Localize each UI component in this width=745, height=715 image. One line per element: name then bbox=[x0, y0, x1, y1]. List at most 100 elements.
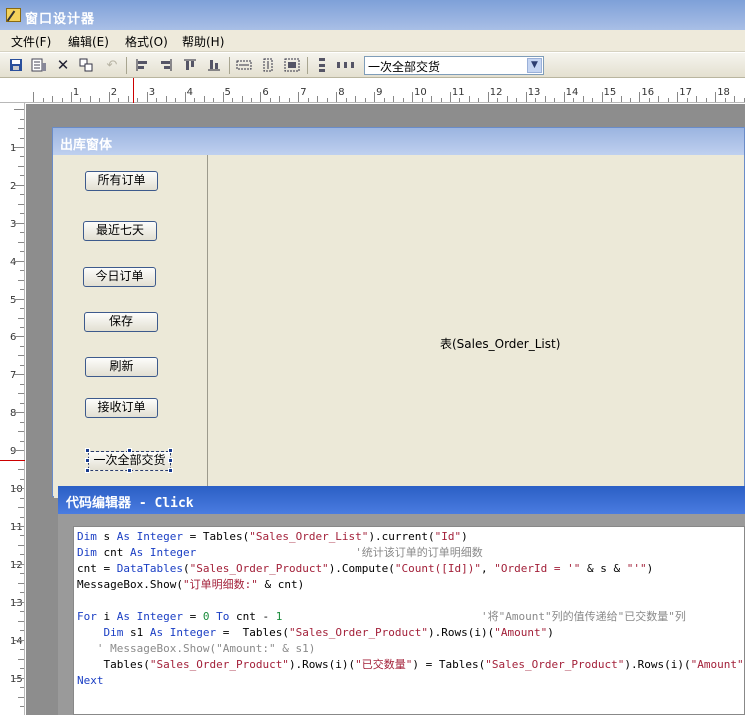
ruler-tick bbox=[20, 668, 24, 670]
ruler-tick bbox=[582, 96, 584, 102]
resize-handle[interactable] bbox=[85, 468, 90, 473]
code-token: "OrderId = '" bbox=[494, 562, 581, 575]
refresh-button[interactable]: 刷新 bbox=[85, 357, 158, 377]
code-token: ( bbox=[182, 562, 190, 575]
ruler-tick bbox=[20, 156, 24, 158]
ruler-tick bbox=[658, 96, 660, 102]
ruler-label: 2 bbox=[10, 180, 17, 192]
resize-handle[interactable] bbox=[168, 458, 173, 463]
ruler-tick bbox=[18, 279, 24, 281]
horizontal-spacing-icon[interactable] bbox=[336, 57, 356, 73]
menu-file[interactable]: 文件(F) bbox=[11, 33, 51, 50]
ruler-tick bbox=[298, 92, 300, 102]
ruler-tick bbox=[20, 649, 24, 651]
ruler-tick bbox=[667, 98, 669, 102]
ruler-label: 13 bbox=[527, 87, 541, 98]
table-placeholder[interactable]: 表(Sales_Order_List) bbox=[207, 155, 744, 498]
align-bottom-icon[interactable] bbox=[206, 57, 222, 73]
code-token: "订单明细数:" bbox=[182, 578, 258, 591]
ruler-label: 18 bbox=[717, 87, 730, 98]
ruler-label: 11 bbox=[451, 87, 465, 98]
code-token: = bbox=[182, 610, 203, 623]
ruler-tick bbox=[20, 327, 24, 328]
menu-help[interactable]: 帮助(H) bbox=[182, 33, 224, 50]
align-left-icon[interactable] bbox=[134, 57, 150, 73]
ruler-tick bbox=[611, 98, 612, 102]
save-icon[interactable] bbox=[8, 57, 24, 73]
resize-handle[interactable] bbox=[127, 448, 132, 453]
same-width-icon[interactable] bbox=[236, 57, 252, 73]
ruler-tick bbox=[724, 98, 726, 102]
code-token: Dim bbox=[77, 546, 97, 559]
ruler-tick bbox=[70, 92, 72, 102]
vertical-spacing-icon[interactable] bbox=[314, 57, 330, 73]
ruler-tick bbox=[127, 96, 129, 102]
resize-handle[interactable] bbox=[85, 448, 90, 453]
ruler-tick bbox=[14, 146, 24, 148]
resize-handle[interactable] bbox=[85, 458, 90, 463]
ruler-cursor-marker bbox=[0, 460, 25, 461]
same-height-icon[interactable] bbox=[260, 57, 276, 73]
same-size-icon[interactable] bbox=[284, 57, 300, 73]
code-line: ' MessageBox.Show("Amount:" & s1) bbox=[77, 641, 741, 657]
code-text-area[interactable]: Dim s As Integer = Tables("Sales_Order_L… bbox=[73, 526, 745, 715]
toolbar: ✕ ↶ 一次全部交货 ▼ bbox=[0, 53, 745, 78]
ruler-tick bbox=[20, 402, 24, 404]
ruler-tick bbox=[355, 96, 357, 102]
resize-handle[interactable] bbox=[127, 468, 132, 473]
receive-order-button[interactable]: 接收订单 bbox=[85, 398, 158, 418]
ruler-tick bbox=[14, 374, 24, 376]
code-token: ) bbox=[547, 626, 554, 639]
ruler-label: 3 bbox=[10, 218, 17, 230]
code-token: "Count([Id])" bbox=[394, 562, 482, 575]
control-selector-dropdown[interactable]: 一次全部交货 ▼ bbox=[364, 56, 544, 75]
ruler-tick bbox=[20, 421, 24, 423]
ruler-tick bbox=[639, 92, 641, 102]
last-seven-days-button[interactable]: 最近七天 bbox=[83, 221, 157, 241]
code-editor-window: 代码编辑器 - Click Dim s As Integer = Tables(… bbox=[58, 486, 745, 715]
code-line: Dim s1 As Integer = Tables("Sales_Order_… bbox=[77, 625, 741, 641]
ruler-label: 9 bbox=[10, 446, 17, 458]
code-token: Dim bbox=[103, 626, 124, 639]
code-token: "Sales_Order_Product" bbox=[485, 658, 625, 671]
code-token: = Tables( bbox=[216, 626, 289, 639]
code-token: DataTables bbox=[116, 562, 183, 575]
ruler-tick bbox=[317, 96, 319, 102]
resize-handle[interactable] bbox=[168, 468, 173, 473]
menu-edit[interactable]: 编辑(E) bbox=[68, 33, 109, 50]
ruler-tick bbox=[601, 92, 603, 102]
design-form[interactable]: 出库窗体 所有订单 最近七天 今日订单 保存 刷新 接收订单 一次全部交货 表(… bbox=[52, 127, 745, 498]
all-orders-button[interactable]: 所有订单 bbox=[85, 171, 158, 191]
copy-icon[interactable] bbox=[78, 57, 94, 73]
ruler-tick bbox=[20, 516, 24, 518]
menu-format[interactable]: 格式(O) bbox=[125, 33, 168, 50]
delete-icon[interactable]: ✕ bbox=[55, 56, 71, 74]
align-top-icon[interactable] bbox=[182, 57, 198, 73]
code-token: cnt - bbox=[229, 610, 276, 623]
properties-icon[interactable] bbox=[31, 57, 47, 73]
ruler-label: 14 bbox=[565, 87, 579, 98]
ruler-tick bbox=[18, 507, 24, 508]
code-token: Tables( bbox=[77, 658, 150, 671]
undo-icon[interactable]: ↶ bbox=[104, 57, 120, 73]
ruler-tick bbox=[20, 478, 24, 480]
align-right-icon[interactable] bbox=[158, 57, 174, 73]
resize-handle[interactable] bbox=[168, 448, 173, 453]
code-token: ).Rows(i)( bbox=[624, 658, 691, 671]
ruler-tick bbox=[14, 222, 24, 224]
ruler-label: 14 bbox=[10, 635, 23, 647]
ruler-tick bbox=[18, 165, 24, 167]
today-orders-button[interactable]: 今日订单 bbox=[83, 267, 156, 287]
ruler-tick bbox=[20, 213, 24, 215]
ruler-tick bbox=[18, 317, 24, 319]
ruler-tick bbox=[544, 96, 546, 102]
ruler-tick bbox=[18, 544, 24, 546]
ruler-tick bbox=[20, 554, 24, 556]
ruler-tick bbox=[18, 620, 24, 622]
chevron-down-icon[interactable]: ▼ bbox=[527, 58, 542, 73]
save-button[interactable]: 保存 bbox=[84, 312, 158, 332]
ruler-tick bbox=[336, 92, 338, 102]
code-token: = Tables( bbox=[182, 530, 250, 543]
ruler-tick bbox=[20, 137, 24, 139]
